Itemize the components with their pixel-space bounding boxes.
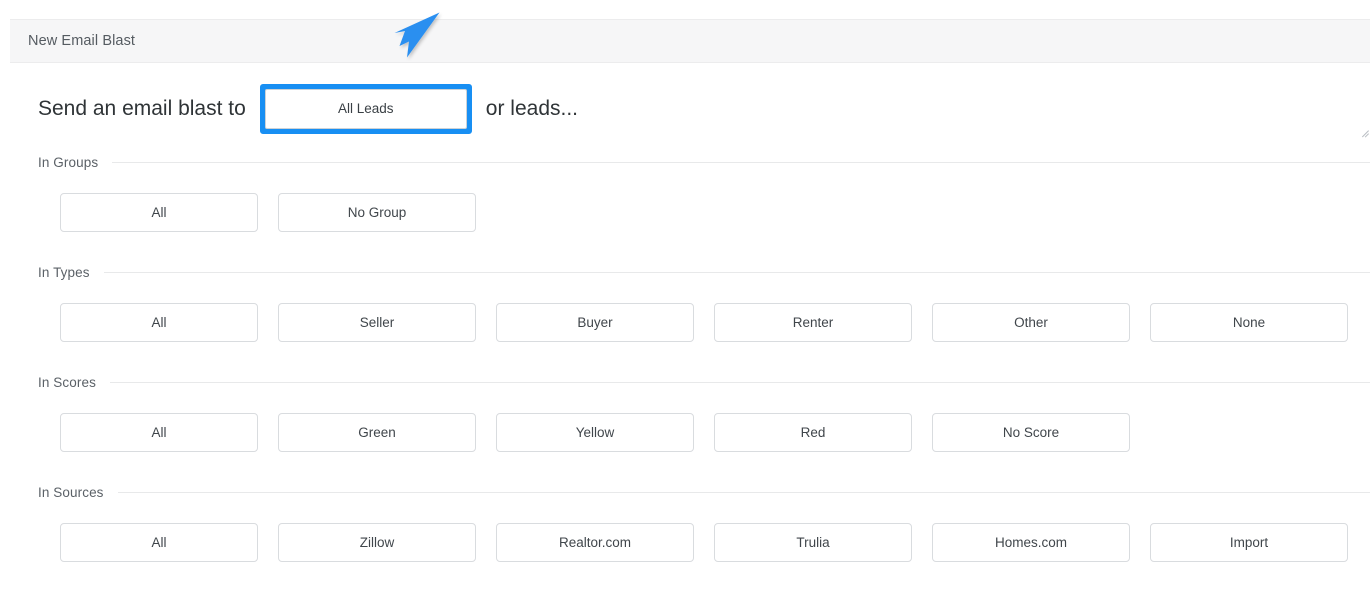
filter-chip-in-sources-trulia[interactable]: Trulia: [714, 523, 912, 562]
filter-chip-in-scores-green[interactable]: Green: [278, 413, 476, 452]
filter-chip-in-types-buyer[interactable]: Buyer: [496, 303, 694, 342]
section-label-in-types: In Types: [38, 264, 90, 280]
section-header-in-sources: In Sources: [0, 483, 1370, 501]
filter-section-in-types: In Types All Seller Buyer Renter Other None: [0, 263, 1370, 342]
filter-chip-row-in-scores: All Green Yellow Red No Score: [0, 391, 1370, 452]
send-blast-label-prefix: Send an email blast to: [38, 97, 246, 120]
send-email-blast-row: Send an email blast to All Leads or lead…: [38, 83, 1370, 135]
section-label-in-sources: In Sources: [38, 484, 104, 500]
section-divider: [117, 491, 1370, 493]
filter-chip-in-types-other[interactable]: Other: [932, 303, 1130, 342]
section-divider: [109, 381, 1370, 383]
send-blast-label-suffix: or leads...: [485, 97, 579, 120]
filter-chip-in-scores-yellow[interactable]: Yellow: [496, 413, 694, 452]
filter-chip-row-in-sources: All Zillow Realtor.com Trulia Homes.com Impor…: [0, 501, 1370, 562]
filter-chip-in-sources-zillow[interactable]: Zillow: [278, 523, 476, 562]
section-divider: [103, 271, 1370, 273]
recipient-highlight-ring: All Leads: [259, 84, 472, 134]
filter-section-in-groups: In Groups All No Group: [0, 153, 1370, 232]
filter-chip-in-types-all[interactable]: All: [60, 303, 258, 342]
section-label-in-groups: In Groups: [38, 154, 99, 170]
filter-chip-in-sources-realtor-com[interactable]: Realtor.com: [496, 523, 694, 562]
filter-chip-in-types-renter[interactable]: Renter: [714, 303, 912, 342]
filter-chip-in-scores-no-score[interactable]: No Score: [932, 413, 1130, 452]
section-divider: [112, 161, 1370, 163]
panel-header: New Email Blast: [10, 19, 1370, 63]
filter-chip-in-groups-no-group[interactable]: No Group: [278, 193, 476, 232]
filter-chip-row-in-types: All Seller Buyer Renter Other None: [0, 281, 1370, 342]
filter-chip-in-groups-all[interactable]: All: [60, 193, 258, 232]
filter-chip-in-types-none[interactable]: None: [1150, 303, 1348, 342]
section-header-in-groups: In Groups: [0, 153, 1370, 171]
filter-chip-in-types-seller[interactable]: Seller: [278, 303, 476, 342]
filter-chip-in-scores-red[interactable]: Red: [714, 413, 912, 452]
section-label-in-scores: In Scores: [38, 374, 96, 390]
filter-section-in-sources: In Sources All Zillow Realtor.com Trulia Home…: [0, 483, 1370, 562]
resize-grip-icon: [1360, 125, 1369, 134]
filter-chip-in-sources-all[interactable]: All: [60, 523, 258, 562]
filter-section-in-scores: In Scores All Green Yellow Red No Score: [0, 373, 1370, 452]
filter-chip-in-scores-all[interactable]: All: [60, 413, 258, 452]
recipient-input[interactable]: All Leads: [264, 89, 467, 129]
section-header-in-types: In Types: [0, 263, 1370, 281]
section-header-in-scores: In Scores: [0, 373, 1370, 391]
filter-chip-in-sources-import[interactable]: Import: [1150, 523, 1348, 562]
filter-chip-in-sources-homes-com[interactable]: Homes.com: [932, 523, 1130, 562]
filter-chip-row-in-groups: All No Group: [0, 171, 1370, 232]
page-title: New Email Blast: [28, 33, 136, 49]
